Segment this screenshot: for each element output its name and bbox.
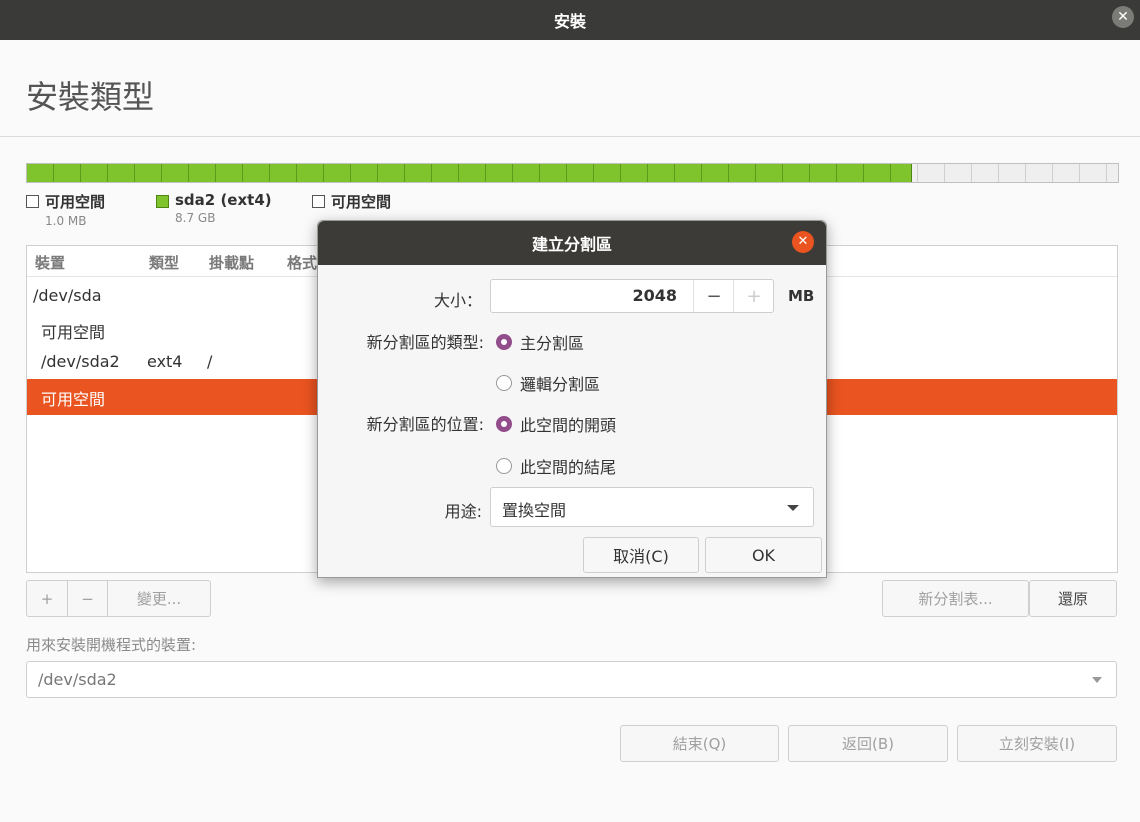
cell-device: 可用空間 [41,390,106,409]
create-partition-dialog: 建立分割區 ✕ 大小： 2048 − + MB 新分割區的類型: 主分割區 邏輯… [317,220,827,578]
back-button[interactable]: 返回(B) [788,725,948,762]
plus-icon: + [40,589,54,608]
col-type[interactable]: 類型 [149,252,179,273]
legend-size: 8.7 GB [175,211,216,225]
revert-button[interactable]: 還原 [1029,580,1117,617]
close-icon: ✕ [1117,9,1129,25]
add-partition-button[interactable]: + [26,580,68,617]
partition-type-label: 新分割區的類型: [366,333,484,352]
radio-checked-icon [496,416,512,432]
use-as-label: 用途: [444,502,482,521]
legend-swatch [312,195,325,208]
radio-label: 此空間的開頭 [520,416,617,435]
quit-button[interactable]: 結束(Q) [620,725,779,762]
dialog-close-button[interactable]: ✕ [792,231,814,253]
cell-device: 可用空間 [41,323,106,342]
radio-checked-icon [496,334,512,350]
new-partition-table-button[interactable]: 新分割表... [882,580,1029,617]
window-titlebar: 安裝 ✕ [0,0,1140,40]
legend-item-free-2: 可用空間 [312,191,391,212]
chevron-down-icon [787,505,799,511]
radio-logical-partition[interactable]: 邏輯分割區 [496,371,600,395]
legend-name: sda2 (ext4) [175,191,272,209]
size-spinbox[interactable]: 2048 − + [490,279,774,313]
radio-unchecked-icon [496,458,512,474]
boot-device-value: /dev/sda2 [38,670,117,689]
divider [0,136,1140,137]
col-format[interactable]: 格式 [287,252,317,273]
legend-item-sda2: sda2 (ext4) 8.7 GB [156,191,272,225]
radio-label: 邏輯分割區 [520,375,601,394]
cell-device: /dev/sda2 [41,352,120,371]
cell-device: /dev/sda [33,286,102,305]
size-increment-button[interactable]: + [733,280,774,312]
size-decrement-button[interactable]: − [693,280,734,312]
window-close-button[interactable]: ✕ [1112,6,1134,28]
boot-device-select[interactable]: /dev/sda2 [26,661,1117,698]
size-value[interactable]: 2048 [632,286,677,305]
radio-label: 主分割區 [520,334,585,353]
minus-icon: − [81,589,94,608]
use-as-select[interactable]: 置換空間 [490,487,814,527]
cell-type: ext4 [147,352,183,371]
page-title: 安裝類型 [26,78,155,116]
legend-size: 1.0 MB [45,214,87,228]
legend-name: 可用空間 [45,193,106,211]
radio-primary-partition[interactable]: 主分割區 [496,330,584,354]
chevron-down-icon [1092,677,1102,683]
legend-swatch [156,195,169,208]
radio-location-end[interactable]: 此空間的結尾 [496,454,616,478]
col-device[interactable]: 裝置 [35,252,65,273]
radio-location-beginning[interactable]: 此空間的開頭 [496,412,616,436]
use-as-value: 置換空間 [502,501,567,520]
col-mount[interactable]: 掛載點 [209,252,254,273]
legend-item-free-1: 可用空間 1.0 MB [26,191,105,228]
minus-icon: − [706,285,722,307]
legend-swatch [26,195,39,208]
plus-icon: + [746,285,762,307]
size-label: 大小： [433,291,482,310]
cancel-button[interactable]: 取消(C) [583,537,699,573]
disk-usage-bar [26,163,1119,183]
cell-mount: / [207,352,213,371]
disk-used-segment [27,164,912,182]
ok-button[interactable]: OK [705,537,822,573]
boot-device-label: 用來安裝開機程式的裝置: [26,636,197,654]
remove-partition-button[interactable]: − [67,580,108,617]
legend-name: 可用空間 [331,193,392,211]
close-icon: ✕ [797,234,809,249]
dialog-titlebar: 建立分割區 ✕ [318,221,826,265]
size-unit: MB [788,287,815,305]
change-partition-button[interactable]: 變更... [107,580,211,617]
radio-unchecked-icon [496,375,512,391]
partition-location-label: 新分割區的位置: [366,415,484,434]
radio-label: 此空間的結尾 [520,458,617,477]
dialog-title: 建立分割區 [531,235,612,254]
install-now-button[interactable]: 立刻安裝(I) [957,725,1117,762]
window-title: 安裝 [553,12,586,31]
